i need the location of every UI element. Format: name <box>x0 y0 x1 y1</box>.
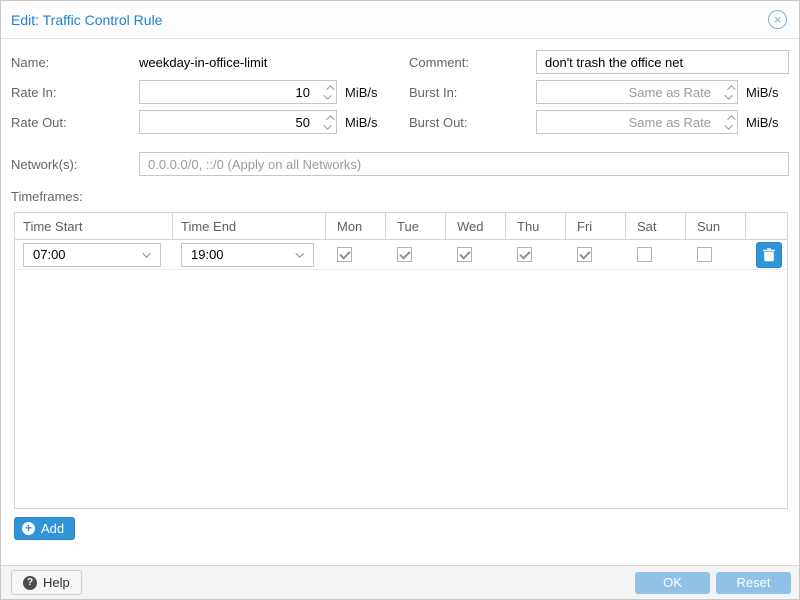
rate-out-spinner[interactable] <box>326 110 332 134</box>
day-checkbox-sat[interactable] <box>637 247 652 262</box>
column-header-fri: Fri <box>566 213 626 239</box>
column-header-wed: Wed <box>446 213 506 239</box>
day-checkbox-fri[interactable] <box>577 247 592 262</box>
dialog-title: Edit: Traffic Control Rule <box>11 12 768 28</box>
ok-button[interactable]: OK <box>635 572 710 594</box>
timeframes-header-row: Time Start Time End Mon Tue Wed Thu Fri … <box>15 213 787 240</box>
rate-out-unit: MiB/s <box>345 115 378 130</box>
day-checkbox-thu[interactable] <box>517 247 532 262</box>
rate-out-field[interactable] <box>139 110 337 134</box>
time-end-combo[interactable]: 19:00 <box>181 243 314 267</box>
rate-in-spinner[interactable] <box>326 80 332 104</box>
rate-in-input[interactable] <box>139 80 337 104</box>
form-row-name-comment: Name: weekday-in-office-limit Comment: <box>11 47 789 77</box>
comment-label: Comment: <box>409 55 536 70</box>
timeframe-row: 07:00 19:00 <box>15 240 787 270</box>
burst-out-unit: MiB/s <box>746 115 779 130</box>
column-header-sun: Sun <box>686 213 746 239</box>
rate-out-input[interactable] <box>139 110 337 134</box>
column-header-time-start: Time Start <box>15 213 173 239</box>
burst-in-unit: MiB/s <box>746 85 779 100</box>
add-button[interactable]: + Add <box>14 517 75 540</box>
delete-row-button[interactable] <box>756 242 782 268</box>
rate-in-field[interactable] <box>139 80 337 104</box>
column-header-mon: Mon <box>326 213 386 239</box>
day-checkbox-mon[interactable] <box>337 247 352 262</box>
question-circle-icon: ? <box>23 576 37 590</box>
day-checkbox-sun[interactable] <box>697 247 712 262</box>
form-row-rate-out-burst-out: Rate Out: MiB/s Burst Out: <box>11 107 789 137</box>
timeframes-empty-area <box>15 270 787 508</box>
help-button-label: Help <box>43 575 70 590</box>
reset-button[interactable]: Reset <box>716 572 791 594</box>
help-button[interactable]: ? Help <box>11 570 82 595</box>
timeframes-table: Time Start Time End Mon Tue Wed Thu Fri … <box>14 212 788 509</box>
dialog-footer: ? Help OK Reset <box>1 565 799 599</box>
dialog-body: Name: weekday-in-office-limit Comment: R… <box>1 39 799 540</box>
burst-in-label: Burst In: <box>409 85 536 100</box>
rate-in-unit: MiB/s <box>345 85 378 100</box>
time-end-value: 19:00 <box>191 247 298 262</box>
dialog-titlebar: Edit: Traffic Control Rule × <box>1 1 799 39</box>
row-actions-cell <box>746 242 787 268</box>
burst-in-field[interactable] <box>536 80 738 104</box>
comment-input[interactable] <box>536 50 789 74</box>
time-end-cell: 19:00 <box>173 243 326 267</box>
form-row-networks: Network(s): <box>11 149 789 179</box>
networks-label: Network(s): <box>11 157 139 172</box>
column-header-tue: Tue <box>386 213 446 239</box>
burst-out-field[interactable] <box>536 110 738 134</box>
time-start-combo[interactable]: 07:00 <box>23 243 161 267</box>
name-value: weekday-in-office-limit <box>139 55 267 70</box>
burst-out-input[interactable] <box>536 110 738 134</box>
time-start-cell: 07:00 <box>15 243 173 267</box>
timeframes-label: Timeframes: <box>11 189 789 204</box>
column-header-time-end: Time End <box>173 213 326 239</box>
add-button-label: Add <box>41 521 64 536</box>
form-row-rate-in-burst-in: Rate In: MiB/s Burst In: <box>11 77 789 107</box>
burst-out-label: Burst Out: <box>409 115 536 130</box>
plus-circle-icon: + <box>22 522 35 535</box>
traffic-control-rule-dialog: Edit: Traffic Control Rule × Name: weekd… <box>0 0 800 600</box>
burst-in-spinner[interactable] <box>727 80 733 104</box>
name-label: Name: <box>11 55 139 70</box>
burst-out-spinner[interactable] <box>727 110 733 134</box>
trash-icon <box>762 248 776 262</box>
rate-in-label: Rate In: <box>11 85 139 100</box>
day-checkbox-wed[interactable] <box>457 247 472 262</box>
burst-in-input[interactable] <box>536 80 738 104</box>
rate-out-label: Rate Out: <box>11 115 139 130</box>
column-header-thu: Thu <box>506 213 566 239</box>
column-header-sat: Sat <box>626 213 686 239</box>
day-checkbox-tue[interactable] <box>397 247 412 262</box>
column-header-actions <box>746 213 787 239</box>
close-icon[interactable]: × <box>768 10 787 29</box>
networks-input[interactable] <box>139 152 789 176</box>
time-start-value: 07:00 <box>33 247 145 262</box>
